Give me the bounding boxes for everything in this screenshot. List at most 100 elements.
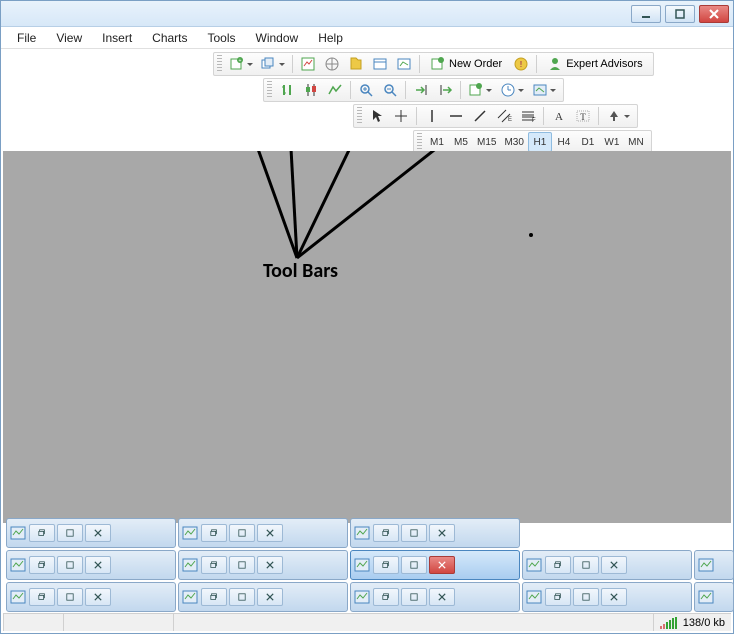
maximize-button[interactable] [573,556,599,574]
restore-button[interactable] [545,556,571,574]
minimized-window[interactable] [522,550,692,580]
menu-window[interactable]: Window [246,29,309,47]
close-button[interactable] [85,524,111,542]
periodicity-button[interactable] [496,80,528,100]
maximize-button[interactable] [57,556,83,574]
indicators-button[interactable] [464,80,496,100]
restore-button[interactable] [373,588,399,606]
timeframe-m1[interactable]: M1 [425,132,449,152]
close-button[interactable] [699,5,729,23]
profiles-button[interactable] [257,54,289,74]
minimized-window[interactable] [522,582,692,612]
navigator-button[interactable] [344,54,368,74]
connection-status[interactable]: 138/0 kb [653,614,731,631]
timeframe-d1[interactable]: D1 [576,132,600,152]
toolbar-grip[interactable] [417,133,422,151]
cursor-button[interactable] [365,106,389,126]
new-chart-button[interactable]: + [225,54,257,74]
horizontal-line-button[interactable] [444,106,468,126]
minimized-window[interactable] [178,550,348,580]
restore-button[interactable] [201,588,227,606]
toolbar-grip[interactable] [217,55,222,73]
maximize-button[interactable] [665,5,695,23]
timeframe-mn[interactable]: MN [624,132,648,152]
restore-button[interactable] [201,524,227,542]
text-label-button[interactable]: T [571,106,595,126]
strategy-tester-button[interactable] [392,54,416,74]
zoom-out-button[interactable] [378,80,402,100]
close-button[interactable] [85,588,111,606]
chart-shift-button[interactable] [433,80,457,100]
minimized-window[interactable] [178,582,348,612]
maximize-button[interactable] [57,524,83,542]
close-button[interactable] [601,556,627,574]
vertical-line-button[interactable] [420,106,444,126]
minimize-button[interactable] [631,5,661,23]
auto-scroll-button[interactable] [409,80,433,100]
restore-button[interactable] [29,588,55,606]
close-button[interactable] [257,588,283,606]
restore-button[interactable] [373,556,399,574]
close-button[interactable] [601,588,627,606]
close-button[interactable] [429,556,455,574]
data-window-button[interactable] [320,54,344,74]
timeframe-m30[interactable]: M30 [500,132,527,152]
arrows-button[interactable] [602,106,634,126]
fibonacci-button[interactable]: F [516,106,540,126]
restore-button[interactable] [545,588,571,606]
minimized-window[interactable] [694,582,734,612]
new-order-button[interactable]: New Order [423,54,509,74]
maximize-button[interactable] [57,588,83,606]
restore-button[interactable] [201,556,227,574]
maximize-button[interactable] [229,588,255,606]
chart-workspace[interactable]: Tool Bars [3,151,731,523]
menu-help[interactable]: Help [308,29,353,47]
maximize-button[interactable] [229,556,255,574]
toolbar-grip[interactable] [357,107,362,125]
templates-button[interactable] [528,80,560,100]
maximize-button[interactable] [401,524,427,542]
menu-tools[interactable]: Tools [198,29,246,47]
timeframe-m15[interactable]: M15 [473,132,500,152]
expert-advisors-button[interactable]: Expert Advisors [540,54,649,74]
maximize-button[interactable] [401,556,427,574]
terminal-button[interactable] [368,54,392,74]
close-button[interactable] [85,556,111,574]
menu-charts[interactable]: Charts [142,29,197,47]
minimized-window[interactable] [6,582,176,612]
line-chart-button[interactable] [323,80,347,100]
minimized-window[interactable] [350,582,520,612]
menu-file[interactable]: File [7,29,46,47]
close-button[interactable] [429,588,455,606]
minimized-window[interactable] [6,518,176,548]
menu-view[interactable]: View [46,29,92,47]
minimized-window[interactable] [6,550,176,580]
restore-button[interactable] [29,556,55,574]
close-button[interactable] [257,556,283,574]
zoom-in-button[interactable] [354,80,378,100]
minimized-window[interactable] [178,518,348,548]
text-button[interactable]: A [547,106,571,126]
minimized-window[interactable] [350,518,520,548]
maximize-button[interactable] [401,588,427,606]
candlestick-button[interactable] [299,80,323,100]
bar-chart-button[interactable] [275,80,299,100]
close-button[interactable] [429,524,455,542]
minimized-window-active[interactable] [350,550,520,580]
maximize-button[interactable] [229,524,255,542]
market-watch-button[interactable] [296,54,320,74]
close-button[interactable] [257,524,283,542]
timeframe-h1[interactable]: H1 [528,132,552,152]
maximize-button[interactable] [573,588,599,606]
crosshair-button[interactable] [389,106,413,126]
timeframe-m5[interactable]: M5 [449,132,473,152]
equidistant-channel-button[interactable]: E [492,106,516,126]
minimized-window[interactable] [694,550,734,580]
timeframe-w1[interactable]: W1 [600,132,624,152]
restore-button[interactable] [29,524,55,542]
trendline-button[interactable] [468,106,492,126]
menu-insert[interactable]: Insert [92,29,142,47]
toolbar-grip[interactable] [267,81,272,99]
metaeditor-button[interactable]: ! [509,54,533,74]
timeframe-h4[interactable]: H4 [552,132,576,152]
